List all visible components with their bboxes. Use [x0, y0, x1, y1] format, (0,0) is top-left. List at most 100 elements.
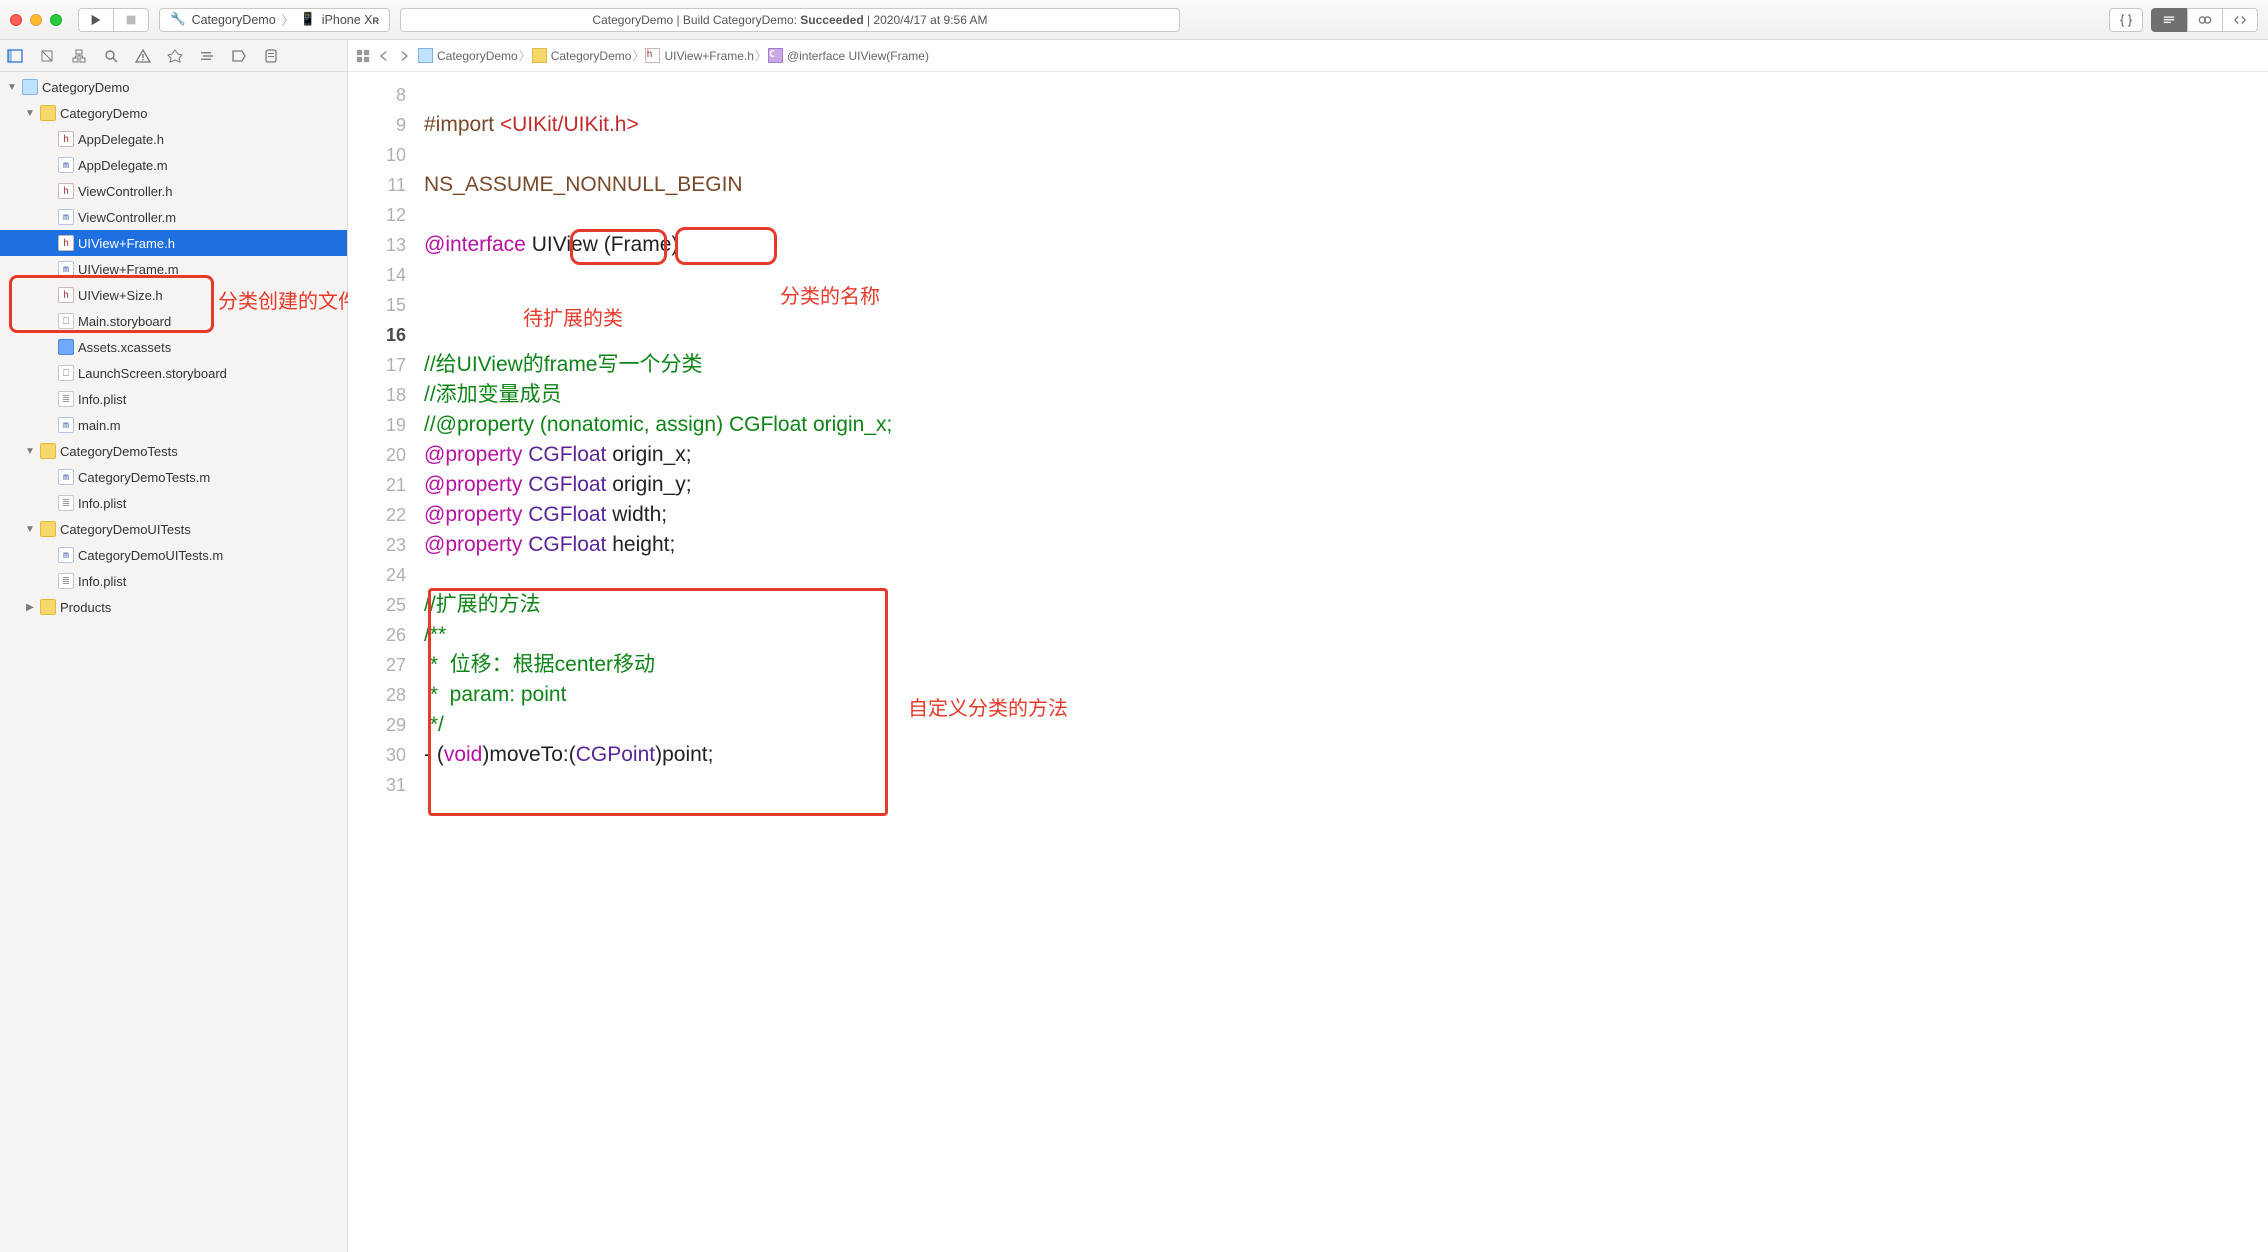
m-icon: m: [58, 157, 74, 173]
code-line[interactable]: @property CGFloat width;: [424, 500, 2268, 530]
fullscreen-window-button[interactable]: [50, 14, 62, 26]
tree-label: Main.storyboard: [78, 314, 171, 329]
code-line[interactable]: * 位移：根据center移动: [424, 650, 2268, 680]
tree-row[interactable]: ⎕Main.storyboard: [0, 308, 347, 334]
forward-button[interactable]: [398, 50, 410, 62]
symbol-navigator-tab[interactable]: [70, 47, 88, 65]
code-line[interactable]: NS_ASSUME_NONNULL_BEGIN: [424, 170, 2268, 200]
proj-icon: [22, 79, 38, 95]
assistant-editor-button[interactable]: [2187, 8, 2223, 32]
tree-row[interactable]: ⎕LaunchScreen.storyboard: [0, 360, 347, 386]
tree-row[interactable]: ▶Products: [0, 594, 347, 620]
m-icon: m: [58, 209, 74, 225]
code-line[interactable]: @property CGFloat origin_y;: [424, 470, 2268, 500]
navigator-panel: ▼CategoryDemo▼CategoryDemohAppDelegate.h…: [0, 40, 348, 1252]
disclosure-triangle[interactable]: ▼: [24, 446, 36, 457]
minimize-window-button[interactable]: [30, 14, 42, 26]
code-line[interactable]: */: [424, 710, 2268, 740]
code-line[interactable]: [424, 560, 2268, 590]
code-line[interactable]: #import <UIKit/UIKit.h>: [424, 110, 2268, 140]
tree-row[interactable]: hAppDelegate.h: [0, 126, 347, 152]
disclosure-triangle[interactable]: ▼: [6, 82, 18, 93]
h-icon: h: [645, 48, 660, 63]
code-line[interactable]: [424, 200, 2268, 230]
code-line[interactable]: [424, 320, 2268, 350]
code-line[interactable]: //@property (nonatomic, assign) CGFloat …: [424, 410, 2268, 440]
tree-label: UIView+Size.h: [78, 288, 163, 303]
code-line[interactable]: - (void)moveTo:(CGPoint)point;: [424, 740, 2268, 770]
tree-row[interactable]: mCategoryDemoUITests.m: [0, 542, 347, 568]
code-line[interactable]: [424, 80, 2268, 110]
disclosure-triangle[interactable]: ▶: [24, 602, 36, 613]
code-review-button[interactable]: [2223, 8, 2258, 32]
code-line[interactable]: @property CGFloat origin_x;: [424, 440, 2268, 470]
source-code[interactable]: #import <UIKit/UIKit.h> NS_ASSUME_NONNUL…: [416, 72, 2268, 1252]
close-window-button[interactable]: [10, 14, 22, 26]
activity-status[interactable]: CategoryDemo | Build CategoryDemo: Succe…: [400, 8, 1180, 32]
tree-row[interactable]: ≣Info.plist: [0, 568, 347, 594]
project-navigator-tab[interactable]: [6, 47, 24, 65]
plist-icon: ≣: [58, 573, 74, 589]
tree-row[interactable]: mAppDelegate.m: [0, 152, 347, 178]
code-line[interactable]: /**: [424, 620, 2268, 650]
tree-row[interactable]: mmain.m: [0, 412, 347, 438]
code-line[interactable]: @property CGFloat height;: [424, 530, 2268, 560]
code-line[interactable]: @interface UIView (Frame): [424, 230, 2268, 260]
tree-row[interactable]: mCategoryDemoTests.m: [0, 464, 347, 490]
jumpbar-crumb[interactable]: C@interface UIView(Frame): [768, 48, 929, 63]
tree-row[interactable]: ≣Info.plist: [0, 386, 347, 412]
code-editor[interactable]: 8910111213141516171819202122232425262728…: [348, 72, 2268, 1252]
project-tree[interactable]: ▼CategoryDemo▼CategoryDemohAppDelegate.h…: [0, 72, 347, 1252]
tree-label: CategoryDemoUITests: [60, 522, 191, 537]
code-line[interactable]: [424, 140, 2268, 170]
disclosure-triangle[interactable]: ▼: [24, 108, 36, 119]
report-navigator-tab[interactable]: [262, 47, 280, 65]
related-items-button[interactable]: [356, 49, 370, 63]
back-button[interactable]: [378, 50, 390, 62]
run-button[interactable]: [78, 8, 114, 32]
tree-row[interactable]: ▼ CategoryDemoUITests: [0, 516, 347, 542]
plist-icon: ≣: [58, 391, 74, 407]
tree-row[interactable]: ▼CategoryDemo: [0, 74, 347, 100]
jumpbar-crumb[interactable]: CategoryDemo: [418, 48, 518, 63]
disclosure-triangle[interactable]: ▼: [24, 524, 36, 535]
tree-row[interactable]: mViewController.m: [0, 204, 347, 230]
code-line[interactable]: //给UIView的frame写一个分类: [424, 350, 2268, 380]
issue-navigator-tab[interactable]: [134, 47, 152, 65]
tree-row[interactable]: ▼CategoryDemoTests: [0, 438, 347, 464]
folder-icon: [40, 105, 56, 121]
scheme-selector[interactable]: 🔧 CategoryDemo 〉 📱 iPhone XR: [159, 8, 390, 32]
code-line[interactable]: [424, 290, 2268, 320]
m-icon: m: [58, 261, 74, 277]
breakpoint-navigator-tab[interactable]: [230, 47, 248, 65]
tree-row[interactable]: ≣Info.plist: [0, 490, 347, 516]
tree-row[interactable]: m UIView+Frame.m: [0, 256, 347, 282]
code-line[interactable]: [424, 770, 2268, 800]
navigator-tabs: [0, 40, 347, 72]
tree-label: CategoryDemoTests.m: [78, 470, 210, 485]
line-number: 27: [348, 650, 406, 680]
tree-row[interactable]: hUIView+Frame.h: [0, 230, 347, 256]
tree-label: UIView+Frame.m: [78, 262, 179, 277]
jumpbar-crumb[interactable]: CategoryDemo: [532, 48, 632, 63]
code-snippets-button[interactable]: { }: [2109, 8, 2143, 32]
source-control-navigator-tab[interactable]: [38, 47, 56, 65]
find-navigator-tab[interactable]: [102, 47, 120, 65]
test-navigator-tab[interactable]: [166, 47, 184, 65]
code-line[interactable]: [424, 260, 2268, 290]
line-number: 29: [348, 710, 406, 740]
tree-row[interactable]: Assets.xcassets: [0, 334, 347, 360]
h-icon: h: [58, 287, 74, 303]
code-line[interactable]: * param: point: [424, 680, 2268, 710]
m-icon: m: [58, 417, 74, 433]
code-line[interactable]: //添加变量成员: [424, 380, 2268, 410]
debug-navigator-tab[interactable]: [198, 47, 216, 65]
tree-row[interactable]: h UIView+Size.h: [0, 282, 347, 308]
standard-editor-button[interactable]: [2151, 8, 2187, 32]
tree-row[interactable]: hViewController.h: [0, 178, 347, 204]
stop-button[interactable]: [114, 8, 149, 32]
jumpbar-crumb[interactable]: hUIView+Frame.h: [645, 48, 753, 63]
code-line[interactable]: //扩展的方法: [424, 590, 2268, 620]
tree-row[interactable]: ▼CategoryDemo: [0, 100, 347, 126]
chevron-right-icon: 〉: [518, 47, 532, 64]
